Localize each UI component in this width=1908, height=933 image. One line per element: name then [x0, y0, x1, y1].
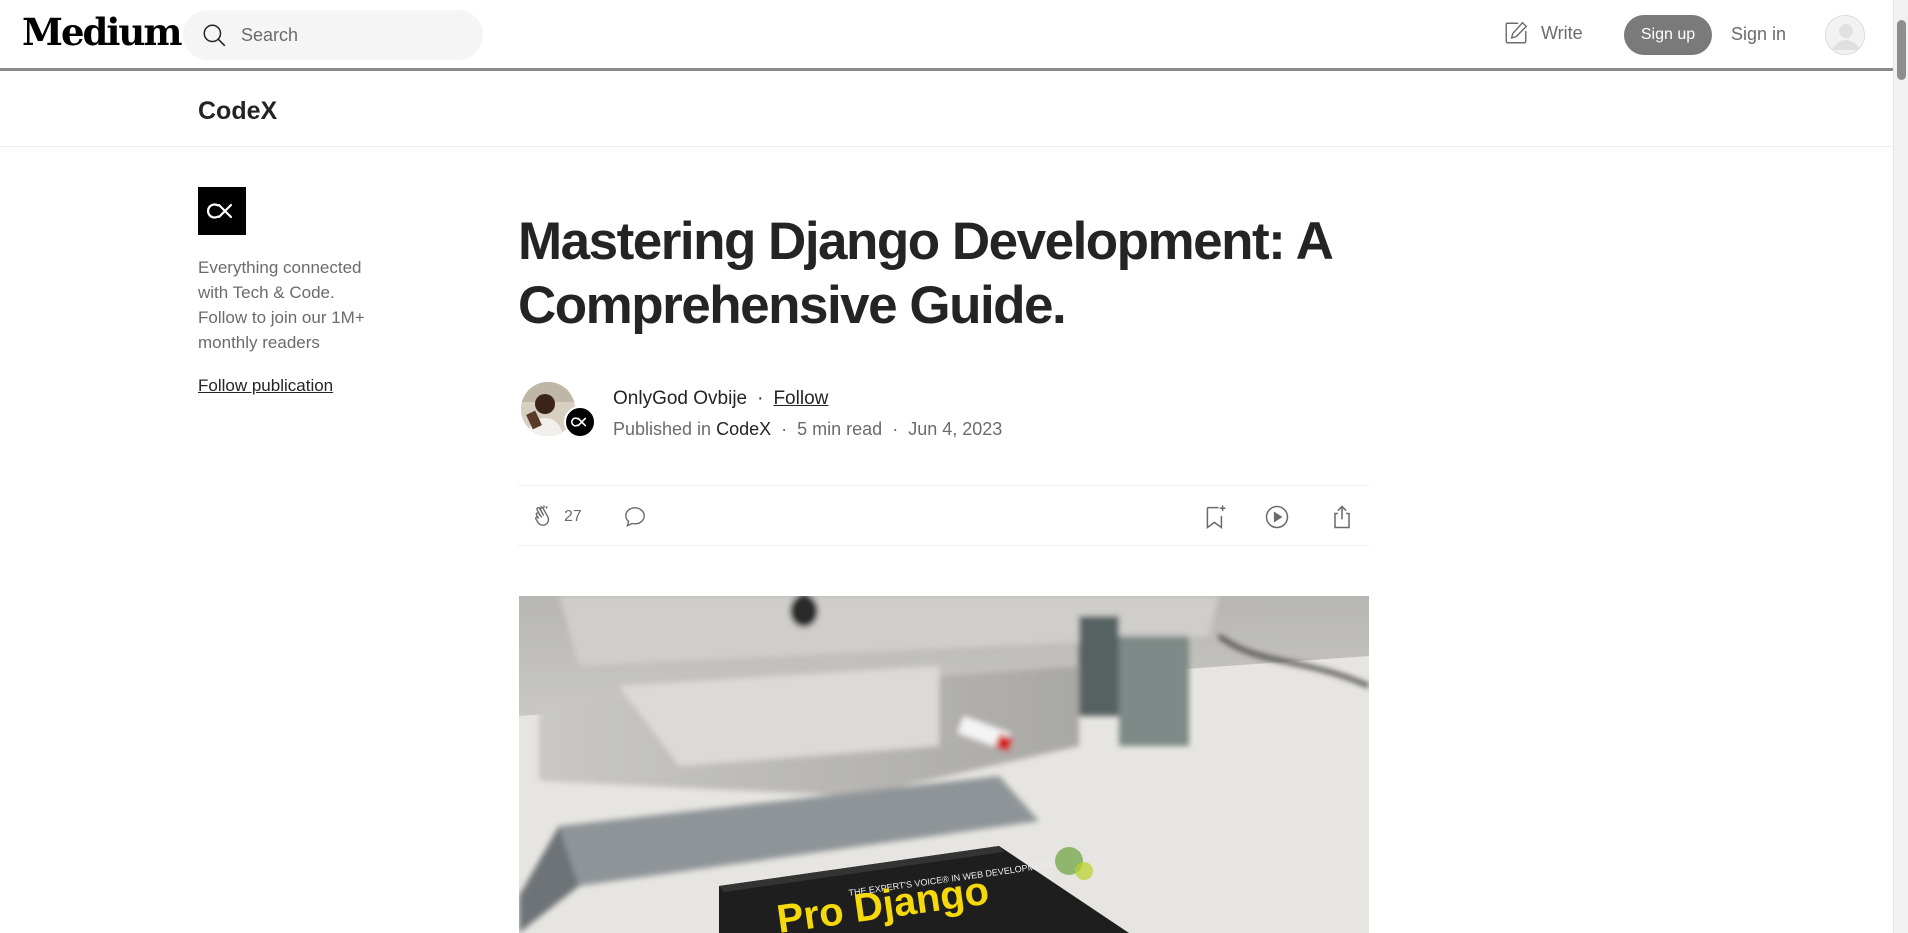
top-navbar: Medium Write Sign up Sign in [0, 0, 1893, 71]
article-action-bar: 27 [518, 485, 1369, 546]
comment-icon [625, 507, 645, 527]
share-icon [1334, 505, 1350, 529]
sign-in-link[interactable]: Sign in [1731, 24, 1786, 45]
follow-author-link[interactable]: Follow [773, 388, 828, 410]
published-in-label: Published in CodeX [613, 419, 771, 440]
search-bar[interactable] [183, 10, 483, 60]
medium-logo[interactable]: Medium [22, 10, 182, 54]
published-in-prefix: Published in [613, 419, 712, 439]
publication-ref-link[interactable]: CodeX [716, 419, 771, 439]
author-name[interactable]: OnlyGod Ovbije [613, 388, 747, 410]
user-placeholder-icon [1826, 16, 1864, 54]
article-title: Mastering Django Development: A Comprehe… [518, 212, 1332, 335]
author-line: OnlyGod Ovbije · Follow [613, 388, 828, 410]
publish-date: Jun 4, 2023 [908, 419, 1003, 439]
codex-logo[interactable] [198, 187, 246, 235]
sign-up-button[interactable]: Sign up [1624, 15, 1712, 55]
publication-badge[interactable] [564, 406, 596, 438]
clap-icon [535, 505, 550, 526]
write-button[interactable]: Write [1503, 20, 1583, 46]
separator-dot: · [892, 419, 899, 439]
bookmark-add-icon [1206, 505, 1226, 529]
save-button[interactable] [1201, 503, 1229, 536]
share-button[interactable] [1328, 503, 1356, 536]
write-label: Write [1541, 22, 1583, 43]
codex-logo-icon [206, 203, 233, 219]
read-time: 5 min read [797, 419, 883, 439]
clap-button[interactable]: 27 [530, 503, 582, 531]
user-avatar[interactable] [1825, 15, 1865, 55]
play-circle-icon [1265, 505, 1289, 529]
scrollbar-thumb[interactable] [1897, 20, 1906, 80]
follow-publication-link[interactable]: Follow publication [198, 376, 333, 396]
listen-button[interactable] [1263, 503, 1291, 536]
hero-image: THE EXPERT'S VOICE® IN WEB DEVELOPMENT P… [519, 596, 1369, 933]
clap-count: 27 [564, 508, 582, 525]
article-meta: Published in CodeX · 5 min read · Jun 4,… [613, 419, 1002, 440]
comment-button[interactable] [622, 504, 648, 535]
publication-description: Everything connected with Tech & Code. F… [198, 258, 365, 352]
search-input[interactable] [241, 24, 461, 46]
publication-name[interactable]: CodeX [198, 97, 277, 126]
search-icon [203, 24, 226, 47]
separator-dot: · [757, 388, 764, 409]
write-icon [1505, 21, 1528, 44]
codex-badge-icon [571, 417, 587, 427]
page-scrollbar[interactable] [1893, 0, 1908, 933]
publication-header: CodeX [0, 71, 1893, 147]
separator-dot: · [781, 419, 788, 439]
hero-photo-illustration: THE EXPERT'S VOICE® IN WEB DEVELOPMENT P… [519, 596, 1369, 933]
